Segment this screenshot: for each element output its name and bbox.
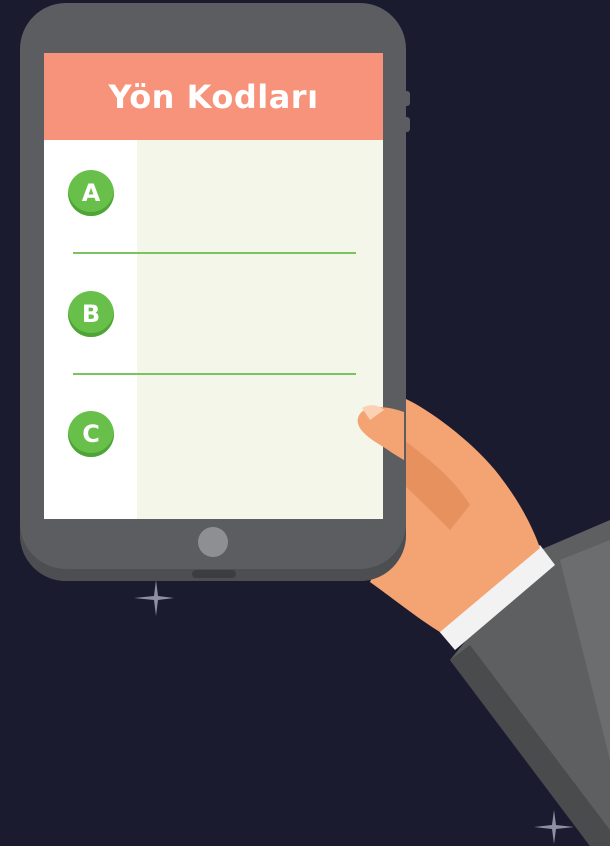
option-c-badge[interactable]: C: [68, 411, 114, 457]
volume-down-button: [404, 117, 410, 132]
tablet-device: Yön Kodları A B C: [20, 3, 410, 581]
volume-up-button: [404, 91, 410, 106]
divider: [73, 252, 356, 254]
screen-header: Yön Kodları: [44, 53, 383, 140]
scene: Yön Kodları A B C: [0, 0, 610, 846]
option-b-badge[interactable]: B: [68, 291, 114, 337]
option-a-badge[interactable]: A: [68, 170, 114, 216]
tablet-screen: Yön Kodları A B C: [44, 53, 383, 519]
bottom-notch: [192, 570, 236, 578]
home-button[interactable]: [198, 527, 228, 557]
page-title: Yön Kodları: [108, 77, 319, 116]
divider: [73, 373, 356, 375]
